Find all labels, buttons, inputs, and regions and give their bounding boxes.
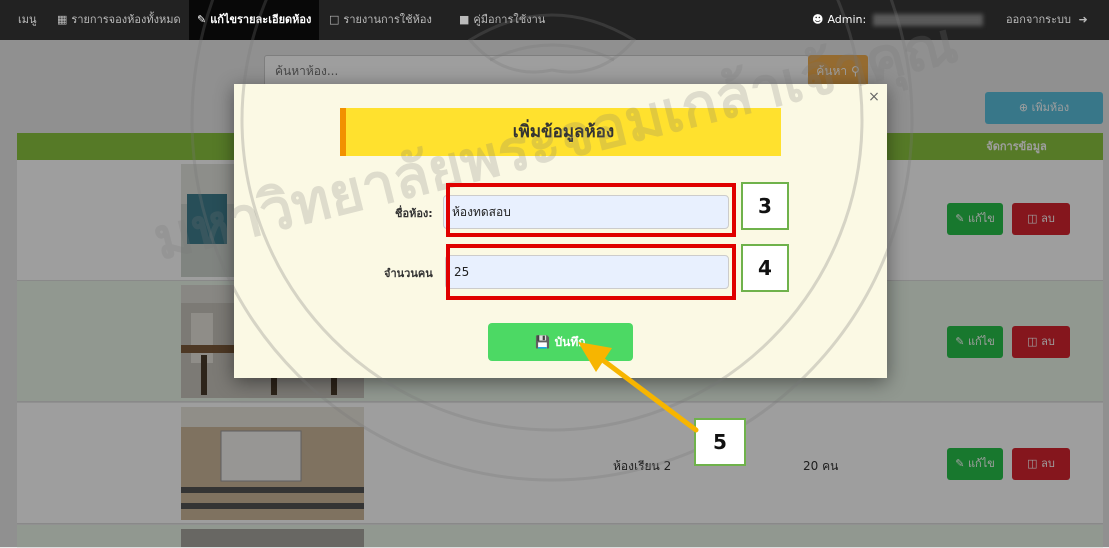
document-icon: □ (329, 13, 340, 26)
capacity-label: จำนวนคน (384, 267, 433, 280)
step-label-5: 5 (694, 418, 746, 466)
room-name-label: ชื่อห้อง: (395, 207, 433, 220)
nav-item-all-bookings[interactable]: ▦ รายการจองห้องทั้งหมด (57, 0, 181, 40)
nav-item-label: แก้ไขรายละเอียดห้อง (210, 13, 312, 26)
user-icon: ☻ (812, 13, 824, 26)
logout-label: ออกจากระบบ (1006, 13, 1071, 26)
book-icon: ■ (459, 13, 470, 26)
menu-brand[interactable]: เมนู (18, 0, 37, 40)
step-label-3: 3 (741, 182, 789, 230)
edit-icon: ✎ (197, 13, 207, 26)
step-label-4: 4 (741, 244, 789, 292)
top-navbar: เมนู ▦ รายการจองห้องทั้งหมด ✎ แก้ไขรายละเอ… (0, 0, 1109, 40)
save-label: บันทึก (554, 335, 586, 349)
admin-name-redacted (873, 14, 983, 26)
close-icon[interactable]: × (867, 90, 881, 104)
nav-item-edit-room[interactable]: ✎ แก้ไขรายละเอียดห้อง (189, 0, 320, 40)
highlight-capacity (446, 244, 736, 300)
save-icon: 💾 (535, 335, 551, 349)
highlight-room-name (446, 183, 736, 237)
admin-menu[interactable]: ☻ Admin: (812, 0, 866, 40)
nav-item-manual[interactable]: ■ คู่มือการใช้งาน (459, 0, 545, 40)
logout-icon: ➜ (1078, 13, 1088, 26)
nav-item-label: คู่มือการใช้งาน (473, 13, 546, 26)
nav-item-usage-report[interactable]: □ รายงานการใช้ห้อง (329, 0, 432, 40)
modal-title: เพิ่มข้อมูลห้อง (340, 108, 781, 156)
logout-link[interactable]: ออกจากระบบ ➜ (1006, 0, 1092, 40)
save-button[interactable]: 💾 บันทึก (488, 323, 633, 361)
nav-item-label: รายการจองห้องทั้งหมด (71, 13, 181, 26)
nav-item-label: รายงานการใช้ห้อง (343, 13, 432, 26)
admin-label: Admin: (827, 13, 867, 26)
table-icon: ▦ (57, 13, 68, 26)
